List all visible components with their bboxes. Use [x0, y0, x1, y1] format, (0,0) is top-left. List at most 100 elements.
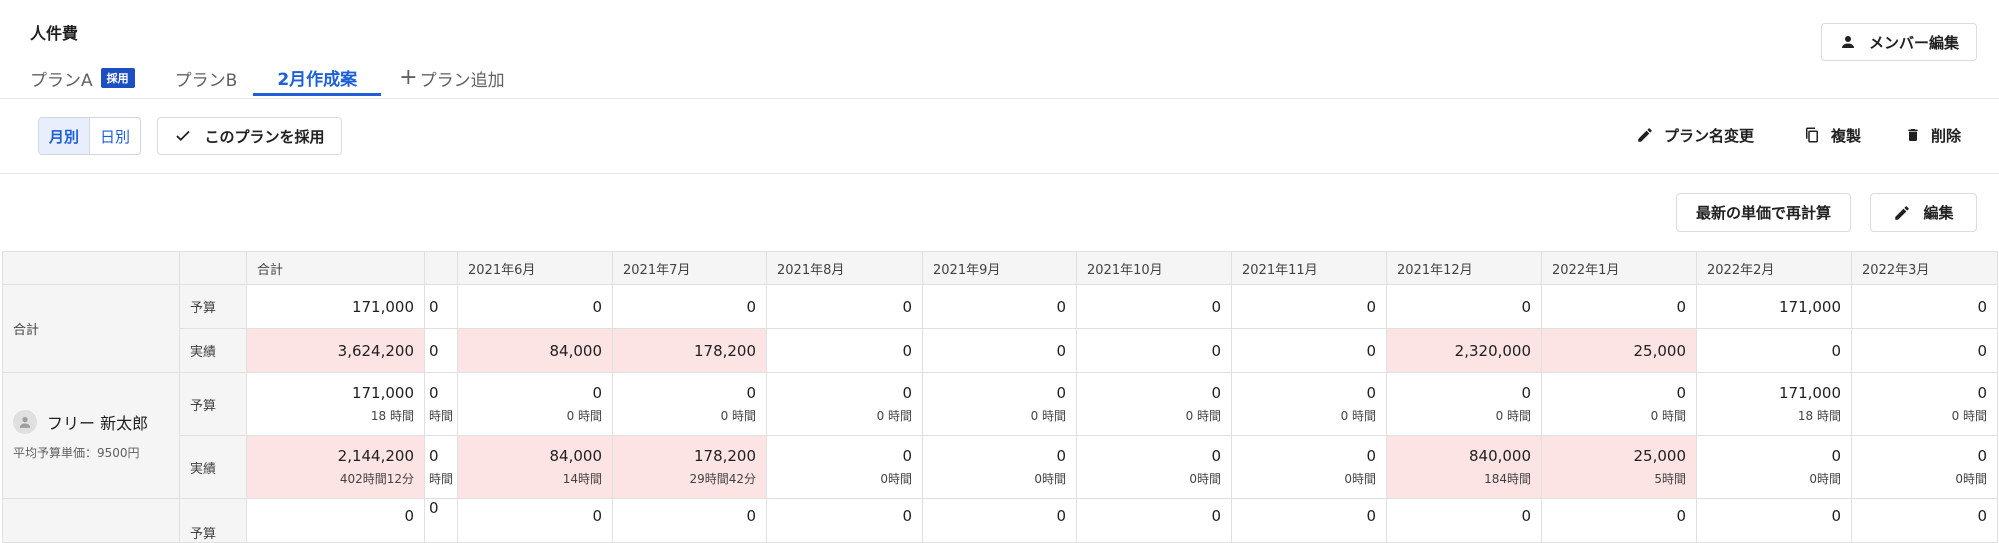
cell-value: 0	[1366, 384, 1377, 402]
table-cell[interactable]: 840,000 184時間	[1386, 435, 1543, 499]
adopt-plan-button[interactable]: このプランを採用	[157, 117, 342, 155]
table-cell[interactable]: 0	[922, 498, 1078, 543]
table-cell[interactable]: 0	[1076, 498, 1233, 543]
corner-cell	[2, 251, 180, 285]
table-cell[interactable]: 0	[1541, 284, 1698, 329]
table-cell[interactable]: 0 0時間	[922, 435, 1078, 499]
table-cell[interactable]: 0 0時間	[766, 435, 924, 499]
edit-button[interactable]: 編集	[1870, 193, 1977, 232]
table-cell[interactable]: 0 0 時間	[1386, 372, 1543, 436]
table-cell[interactable]: 0	[423, 328, 459, 373]
table-cell[interactable]: 0	[1851, 284, 1999, 329]
table-cell[interactable]: 25,000 5時間	[1541, 435, 1698, 499]
cell-hours: 18 時間	[1797, 409, 1842, 423]
table-cell[interactable]: 171,000 18 時間	[1696, 372, 1853, 436]
column-header	[423, 251, 459, 285]
monthly-toggle[interactable]: 月別	[39, 118, 90, 154]
table-cell[interactable]: 0 0時間	[1076, 435, 1233, 499]
member-budget-row: フリー 新太郎 平均予算単価：9500円 予算 171,000 18 時間 0 時間…	[2, 372, 1999, 499]
table-cell[interactable]: 0	[766, 328, 924, 373]
member-cell[interactable]: フリー 新太郎 平均予算単価：9500円	[2, 372, 180, 499]
table-cell[interactable]: 0 0 時間	[1076, 372, 1233, 436]
table-cell[interactable]: 25,000	[1541, 328, 1698, 373]
table-cell[interactable]: 0 時間	[423, 372, 459, 436]
member-edit-button[interactable]: メンバー編集	[1821, 23, 1977, 61]
table-cell[interactable]: 84,000	[457, 328, 614, 373]
table-cell[interactable]: 178,200 29時間42分	[612, 435, 768, 499]
person-icon	[19, 417, 31, 428]
table-cell[interactable]: 0	[612, 498, 768, 543]
actual-label: 実績	[179, 435, 247, 499]
cell-value: 178,200	[693, 447, 757, 465]
table-cell[interactable]: 0	[457, 284, 614, 329]
table-cell[interactable]: 3,624,200	[246, 328, 425, 373]
table-cell[interactable]: 0	[1231, 328, 1388, 373]
cell-hours: 0 時間	[1951, 409, 1988, 423]
trash-icon	[1908, 129, 1918, 141]
table-cell[interactable]: 171,000	[1696, 284, 1853, 329]
table-cell[interactable]: 0	[766, 284, 924, 329]
table-cell[interactable]: 0	[1076, 284, 1233, 329]
delete-plan-button[interactable]: 削除	[1905, 120, 1961, 150]
cell-value: 0	[1056, 447, 1067, 465]
recalculate-button[interactable]: 最新の単価で再計算	[1676, 193, 1851, 232]
table-cell[interactable]: 2,144,200 402時間12分	[246, 435, 425, 499]
table-cell[interactable]: 0 0時間	[1231, 435, 1388, 499]
table-cell[interactable]: 0 0時間	[1851, 435, 1999, 499]
table-cell[interactable]: 0	[457, 498, 614, 543]
table-cell[interactable]: 2,320,000	[1386, 328, 1543, 373]
table-cell[interactable]: 0	[1696, 328, 1853, 373]
table-cell[interactable]: 0 0 時間	[457, 372, 614, 436]
table-cell[interactable]: 0 0 時間	[766, 372, 924, 436]
column-header: 2021年11月	[1231, 251, 1388, 285]
duplicate-plan-label: 複製	[1831, 126, 1862, 145]
cell-hours: 0 時間	[720, 409, 757, 423]
tab-label: プラン追加	[419, 70, 505, 91]
table-cell[interactable]: 0	[1541, 498, 1698, 543]
table-cell[interactable]: 0	[612, 284, 768, 329]
duplicate-plan-button[interactable]: 複製	[1803, 120, 1861, 150]
table-cell[interactable]: 0	[922, 284, 1078, 329]
delete-plan-label: 削除	[1931, 126, 1962, 145]
budget-label: 予算	[179, 284, 247, 329]
column-header: 2022年2月	[1696, 251, 1853, 285]
table-cell[interactable]: 178,200	[612, 328, 768, 373]
table-cell[interactable]: 0	[1386, 498, 1543, 543]
tab-plan-b[interactable]: プランB	[175, 62, 238, 94]
table-cell[interactable]: 0 0 時間	[1231, 372, 1388, 436]
table-cell[interactable]: 0	[1076, 328, 1233, 373]
member-cell[interactable]	[2, 498, 180, 543]
tab-feb-draft[interactable]: 2月作成案	[253, 62, 382, 96]
table-cell[interactable]: 0	[1851, 498, 1999, 543]
table-cell[interactable]: 0 0 時間	[1541, 372, 1698, 436]
rename-plan-button[interactable]: プラン名変更	[1636, 120, 1754, 150]
table-cell[interactable]: 171,000 18 時間	[246, 372, 425, 436]
table-cell[interactable]: 0	[1231, 284, 1388, 329]
table-cell[interactable]: 84,000 14時間	[457, 435, 614, 499]
table-cell[interactable]: 0	[922, 328, 1078, 373]
table-cell[interactable]: 0	[1696, 498, 1853, 543]
table-cell[interactable]: 0 0 時間	[922, 372, 1078, 436]
table-cell[interactable]: 0	[423, 498, 459, 543]
column-header: 2021年9月	[922, 251, 1078, 285]
tab-plan-a[interactable]: プランA 採用	[30, 62, 135, 94]
tab-add-plan[interactable]: + プラン追加	[399, 62, 504, 94]
table-cell[interactable]: 0	[766, 498, 924, 543]
tab-label: 2月作成案	[277, 70, 358, 90]
table-cell[interactable]: 0	[423, 284, 459, 329]
table-cell[interactable]: 0 時間	[423, 435, 459, 499]
table-cell[interactable]: 0	[1386, 284, 1543, 329]
total-actual-row: 実績 3,624,200 0 84,000 178,200 0 0 0 0 2,…	[3, 328, 1999, 373]
table-cell[interactable]: 171,000	[246, 284, 425, 329]
pencil-icon	[1638, 128, 1652, 142]
table-cell[interactable]: 0	[1231, 498, 1388, 543]
table-cell[interactable]: 0 0 時間	[1851, 372, 1999, 436]
cell-value: 0	[1676, 384, 1687, 402]
table-cell[interactable]: 0 0時間	[1696, 435, 1853, 499]
cell-hours: 0時間	[1344, 472, 1377, 486]
table-cell[interactable]: 0 0 時間	[612, 372, 768, 436]
table-cell[interactable]: 0	[1851, 328, 1999, 373]
cell-hours: 18 時間	[370, 409, 414, 423]
table-cell[interactable]: 0	[246, 498, 425, 543]
daily-toggle[interactable]: 日別	[90, 118, 140, 154]
